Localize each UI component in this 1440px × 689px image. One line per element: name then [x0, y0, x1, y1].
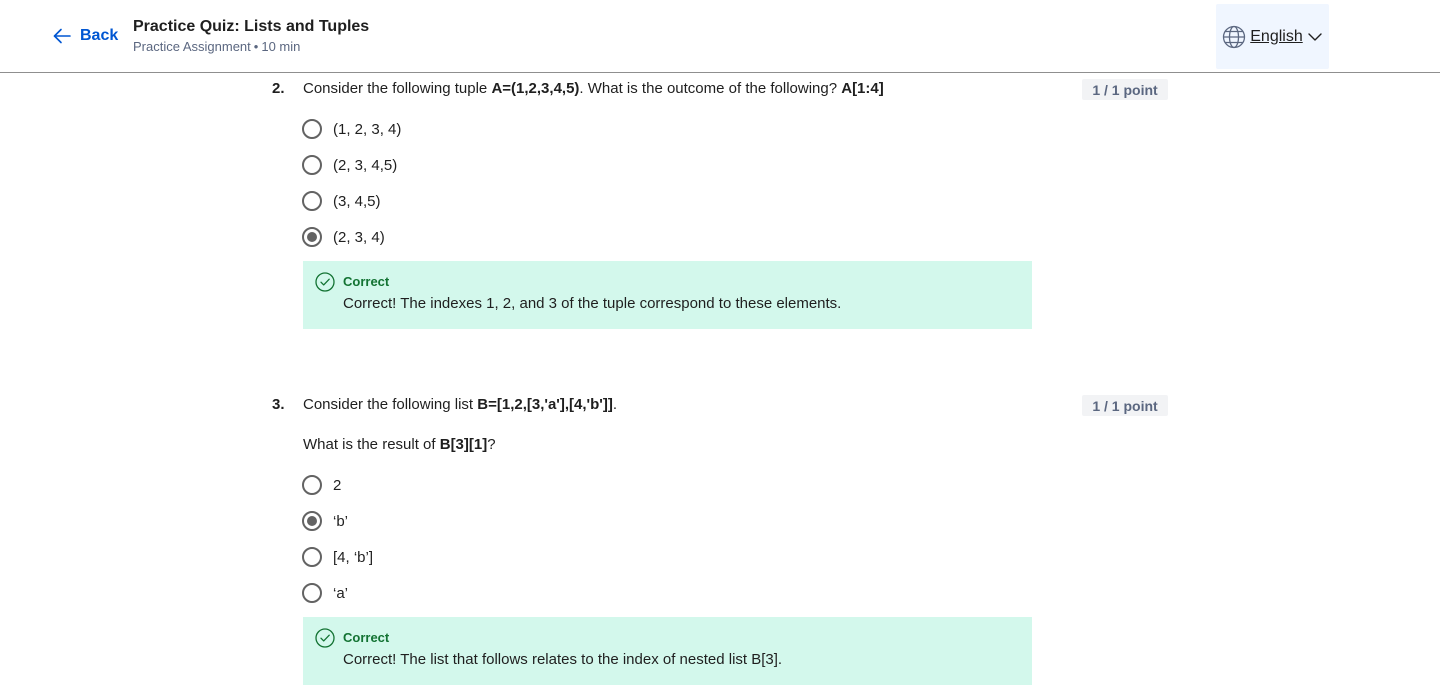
question-text: Consider the following tuple A=(1,2,3,4,… [303, 80, 884, 97]
option-label: (2, 3, 4,5) [333, 156, 398, 174]
subtitle-separator: • [253, 39, 259, 54]
option-label: (2, 3, 4) [333, 228, 385, 246]
radio-button[interactable] [302, 155, 322, 175]
question-text-prefix: Consider the following tuple [303, 80, 492, 97]
question-code-list: B=[1,2,[3,'a'],[4,'b']] [477, 396, 613, 413]
chevron-down-icon [1308, 32, 1322, 41]
question-subtext: What is the result of B[3][1]? [303, 436, 496, 453]
answer-option[interactable]: [4, ‘b’] [302, 546, 373, 568]
check-circle-icon [315, 272, 335, 292]
radio-button[interactable] [302, 475, 322, 495]
language-selector[interactable]: English [1216, 4, 1329, 69]
answer-option[interactable]: (3, 4,5) [302, 190, 381, 212]
answer-option[interactable]: (1, 2, 3, 4) [302, 118, 401, 140]
radio-button[interactable] [302, 547, 322, 567]
page-title: Practice Quiz: Lists and Tuples [133, 18, 370, 35]
option-label: ‘a’ [333, 584, 349, 602]
assignment-duration: 10 min [261, 39, 301, 54]
subtext-code: B[3][1] [439, 436, 488, 453]
question-number: 2. [272, 80, 285, 97]
globe-icon [1223, 25, 1246, 48]
radio-button[interactable] [302, 191, 322, 211]
question-text: Consider the following list B=[1,2,[3,'a… [303, 396, 617, 413]
assignment-type: Practice Assignment [133, 39, 251, 54]
radio-button-checked[interactable] [302, 511, 322, 531]
feedback-title: Correct [343, 274, 390, 289]
feedback-text: Correct! The list that follows relates t… [343, 651, 783, 668]
option-label: 2 [333, 476, 342, 494]
option-label: [4, ‘b’] [333, 548, 374, 566]
question-text-suffix: . [612, 396, 617, 413]
option-label: ‘b’ [333, 512, 349, 530]
language-label: English [1250, 27, 1303, 45]
question-number: 3. [272, 396, 285, 413]
feedback-correct: Correct Correct! The indexes 1, 2, and 3… [303, 261, 1032, 329]
question-text-middle: . What is the outcome of the following? [579, 80, 842, 97]
points-badge: 1 / 1 point [1082, 79, 1168, 100]
radio-button-checked[interactable] [302, 227, 322, 247]
feedback-text: Correct! The indexes 1, 2, and 3 of the … [343, 295, 842, 312]
subtext-suffix: ? [487, 436, 496, 453]
option-label: (3, 4,5) [333, 192, 381, 210]
title-block: Practice Quiz: Lists and Tuples Practice… [133, 17, 369, 56]
answer-option[interactable]: (2, 3, 4,5) [302, 154, 397, 176]
question-code-tuple: A=(1,2,3,4,5) [491, 80, 580, 97]
answer-option[interactable]: ‘a’ [302, 582, 348, 604]
answer-option-selected[interactable]: ‘b’ [302, 510, 348, 532]
answer-option[interactable]: 2 [302, 474, 341, 496]
question-code-slice: A[1:4] [841, 80, 884, 97]
page-subtitle: Practice Assignment • 10 min [133, 38, 369, 56]
feedback-title: Correct [343, 630, 390, 645]
back-button[interactable]: Back [52, 25, 118, 47]
radio-button[interactable] [302, 583, 322, 603]
radio-button[interactable] [302, 119, 322, 139]
feedback-correct: Correct Correct! The list that follows r… [303, 617, 1032, 685]
arrow-left-icon [53, 28, 71, 44]
option-label: (1, 2, 3, 4) [333, 120, 402, 138]
back-label: Back [80, 27, 119, 44]
answer-option-selected[interactable]: (2, 3, 4) [302, 226, 385, 248]
check-circle-icon [315, 628, 335, 648]
question-text-prefix: Consider the following list [303, 396, 478, 413]
subtext-prefix: What is the result of [303, 436, 440, 453]
points-badge: 1 / 1 point [1082, 395, 1168, 416]
top-header: Back Practice Quiz: Lists and Tuples Pra… [0, 0, 1440, 73]
